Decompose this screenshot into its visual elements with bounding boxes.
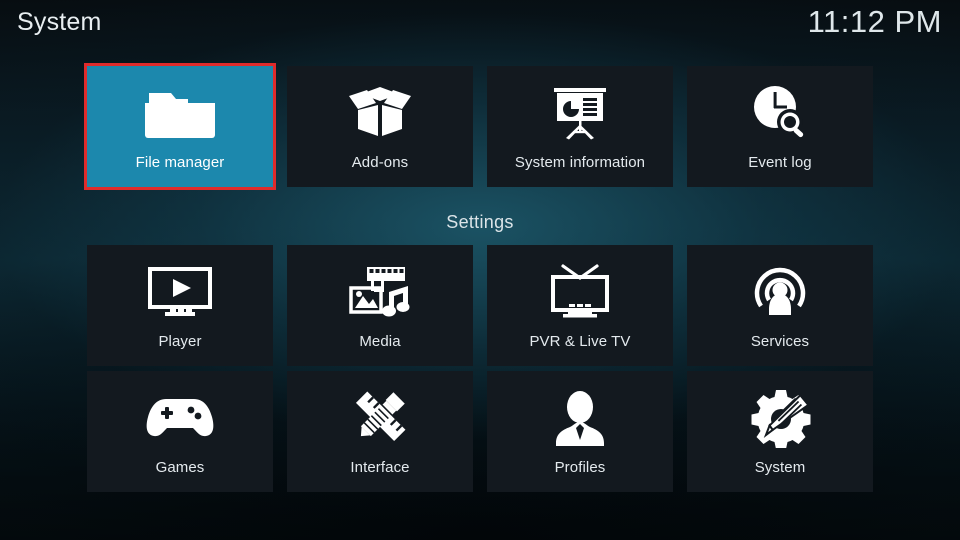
tile-interface[interactable]: Interface bbox=[287, 371, 473, 492]
person-bust-icon bbox=[487, 381, 673, 453]
tile-system-information[interactable]: System information bbox=[487, 66, 673, 187]
tile-label: Games bbox=[155, 459, 205, 476]
tile-services[interactable]: Services bbox=[687, 245, 873, 366]
gear-wrench-icon bbox=[687, 381, 873, 453]
kodi-system-screen: System 11:12 PM File manager Add-ons Sys… bbox=[0, 0, 960, 540]
film-photo-music-icon bbox=[287, 255, 473, 327]
tile-label: Media bbox=[359, 333, 401, 350]
tile-system[interactable]: System bbox=[687, 371, 873, 492]
tile-label: System information bbox=[514, 154, 646, 171]
folder-icon bbox=[87, 76, 273, 148]
settings-menu-row-1: Player Media PVR & Live TV Services bbox=[87, 245, 874, 366]
settings-menu-row-2: Games Interface Profiles System bbox=[87, 371, 874, 492]
tile-label: Add-ons bbox=[351, 154, 409, 171]
clock-search-icon bbox=[687, 76, 873, 148]
tile-media[interactable]: Media bbox=[287, 245, 473, 366]
tile-pvr-live-tv[interactable]: PVR & Live TV bbox=[487, 245, 673, 366]
monitor-play-icon bbox=[87, 255, 273, 327]
top-menu-row: File manager Add-ons System information … bbox=[84, 63, 874, 190]
tile-event-log[interactable]: Event log bbox=[687, 66, 873, 187]
tile-label: PVR & Live TV bbox=[529, 333, 631, 350]
tile-label: Interface bbox=[350, 459, 410, 476]
pencil-ruler-icon bbox=[287, 381, 473, 453]
settings-section-header: Settings bbox=[446, 212, 514, 232]
page-title: System bbox=[17, 8, 102, 36]
open-box-icon bbox=[287, 76, 473, 148]
header-bar: System 11:12 PM bbox=[0, 0, 960, 56]
tile-profiles[interactable]: Profiles bbox=[487, 371, 673, 492]
tile-label: Event log bbox=[748, 154, 812, 171]
tile-games[interactable]: Games bbox=[87, 371, 273, 492]
clock-display: 11:12 PM bbox=[807, 4, 942, 39]
tile-file-manager[interactable]: File manager bbox=[84, 63, 276, 190]
tile-label: System bbox=[754, 459, 806, 476]
tile-label: Profiles bbox=[554, 459, 606, 476]
tile-label: File manager bbox=[135, 154, 225, 171]
tile-add-ons[interactable]: Add-ons bbox=[287, 66, 473, 187]
tile-label: Player bbox=[158, 333, 202, 350]
television-icon bbox=[487, 255, 673, 327]
presentation-icon bbox=[487, 76, 673, 148]
tile-player[interactable]: Player bbox=[87, 245, 273, 366]
broadcast-person-icon bbox=[687, 255, 873, 327]
tile-label: Services bbox=[750, 333, 810, 350]
gamepad-icon bbox=[87, 381, 273, 453]
